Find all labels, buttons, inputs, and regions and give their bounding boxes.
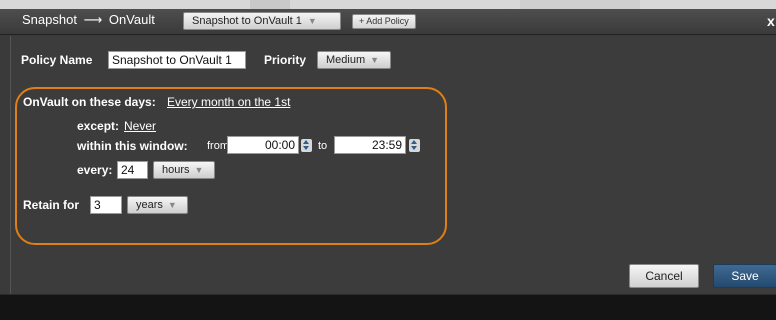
priority-select[interactable]: Medium ▼ xyxy=(317,51,391,69)
onvault-days-link[interactable]: Every month on the 1st xyxy=(167,95,290,109)
chevron-down-icon: ▼ xyxy=(167,200,177,210)
footer-bar xyxy=(0,294,776,320)
retain-unit-select[interactable]: years ▼ xyxy=(127,196,188,214)
dialog-header: Snapshot ⟶ OnVault Snapshot to OnVault 1… xyxy=(0,9,776,35)
spinner-up-icon[interactable] xyxy=(303,140,309,144)
chevron-down-icon: ▼ xyxy=(307,16,317,26)
every-unit-select[interactable]: hours ▼ xyxy=(153,161,215,179)
window-label: within this window: xyxy=(77,139,188,153)
every-interval-input[interactable]: 24 xyxy=(117,161,148,179)
except-label: except: xyxy=(77,119,120,133)
policy-dialog: Policy Name Snapshot to OnVault 1 Priori… xyxy=(10,36,776,294)
policy-name-label: Policy Name xyxy=(21,53,93,67)
spinner-down-icon[interactable] xyxy=(411,146,417,150)
breadcrumb: Snapshot ⟶ OnVault xyxy=(22,12,155,28)
chevron-down-icon: ▼ xyxy=(194,165,204,175)
policy-name-input[interactable]: Snapshot to OnVault 1 xyxy=(108,51,246,69)
every-label: every: xyxy=(77,163,113,177)
retain-value-input[interactable]: 3 xyxy=(90,196,122,214)
breadcrumb-target: OnVault xyxy=(108,12,155,27)
retain-unit-value: years xyxy=(136,199,163,211)
priority-value: Medium xyxy=(326,54,366,66)
to-label: to xyxy=(318,140,328,152)
except-link[interactable]: Never xyxy=(124,119,156,133)
arrow-right-icon: ⟶ xyxy=(83,12,103,27)
spinner-up-icon[interactable] xyxy=(411,140,417,144)
chevron-down-icon: ▼ xyxy=(370,55,380,65)
onvault-days-label: OnVault on these days: xyxy=(23,95,156,109)
every-unit-value: hours xyxy=(162,164,190,176)
window-from-input[interactable]: 00:00 xyxy=(227,136,299,154)
spinner-down-icon[interactable] xyxy=(303,146,309,150)
policy-select-dropdown[interactable]: Snapshot to OnVault 1 ▼ xyxy=(183,12,341,30)
to-time-spinner[interactable] xyxy=(409,139,420,152)
from-time-spinner[interactable] xyxy=(301,139,312,152)
close-icon[interactable]: x xyxy=(767,13,775,29)
background-strip-segment xyxy=(520,0,640,9)
background-page-strip xyxy=(0,0,776,9)
priority-label: Priority xyxy=(264,53,307,67)
from-label: from xyxy=(207,140,229,152)
breadcrumb-source: Snapshot xyxy=(22,12,77,27)
save-button[interactable]: Save xyxy=(713,264,776,288)
window-to-input[interactable]: 23:59 xyxy=(334,136,406,154)
retain-label: Retain for xyxy=(23,198,80,212)
add-policy-button[interactable]: + Add Policy xyxy=(352,14,416,29)
cancel-button[interactable]: Cancel xyxy=(629,264,699,288)
policy-select-label: Snapshot to OnVault 1 xyxy=(192,15,302,27)
background-strip-segment xyxy=(250,0,290,9)
